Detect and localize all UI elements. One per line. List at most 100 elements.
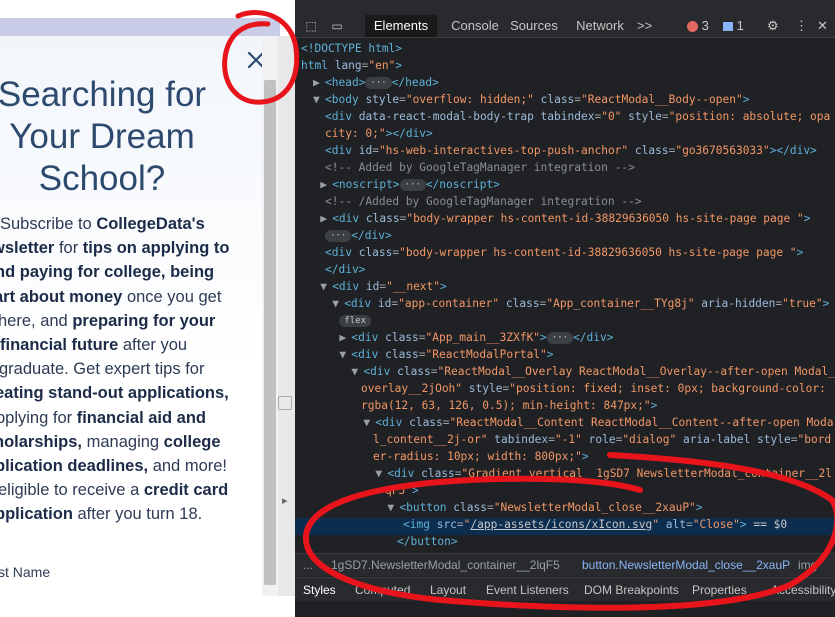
dom-node-row[interactable]: <div class="body-wrapper hs-content-id-3… bbox=[325, 244, 803, 261]
breadcrumb-container[interactable]: 1gSD7.NewsletterModal_container__2lqF5 bbox=[331, 558, 560, 572]
modal-body-line: wsletter for tips on applying to bbox=[0, 236, 229, 260]
dom-node-row[interactable]: ▼ <div class="ReactModal__Content ReactMo… bbox=[363, 414, 833, 431]
tab-event-listeners[interactable]: Event Listeners bbox=[486, 578, 569, 602]
collapse-triangle-icon[interactable]: ▼ bbox=[351, 363, 363, 380]
dom-tree[interactable]: <!DOCTYPE html> html lang="en"> ▶ <head> ···… bbox=[295, 40, 835, 555]
expand-triangle-icon[interactable]: ▶ bbox=[320, 210, 332, 227]
error-count-badge[interactable]: 3 bbox=[687, 15, 719, 37]
tab-elements[interactable]: Elements bbox=[365, 15, 437, 37]
dom-node-row[interactable]: ▼ <button class="NewsletterModal_close__2… bbox=[387, 499, 702, 516]
dom-node-markup: <div data-react-modal-body-trap tabindex… bbox=[325, 110, 831, 123]
modal-body-line: financial future after you bbox=[0, 333, 187, 357]
bold-text: wsletter bbox=[0, 239, 55, 258]
modal-body-line: graduate. Get expert tips for bbox=[0, 357, 204, 381]
inspect-element-icon[interactable]: ⬚ bbox=[303, 15, 319, 37]
dom-node-row[interactable]: ▶ <noscript> ··· </noscript> bbox=[320, 176, 500, 193]
dom-node-markup: rgba(12, 63, 126, 0.5); min-height: 847p… bbox=[361, 399, 658, 412]
expand-chevron-icon[interactable]: ▸ bbox=[282, 494, 288, 507]
tab-network[interactable]: Network bbox=[571, 15, 629, 37]
breadcrumb-img[interactable]: img bbox=[798, 558, 817, 572]
message-icon bbox=[723, 22, 733, 32]
dom-node-row[interactable]: <!-- Added by GoogleTagManager integrati… bbox=[325, 159, 635, 176]
collapse-triangle-icon[interactable]: ▼ bbox=[387, 499, 399, 516]
dom-node-row[interactable]: flex bbox=[339, 312, 372, 329]
dom-node-row[interactable]: ▼ <div id="__next"> bbox=[320, 278, 447, 295]
dom-node-row[interactable]: ▼ <div class="Gradient_vertical__1gSD7 Ne… bbox=[375, 465, 832, 482]
settings-gear-icon[interactable]: ⚙ bbox=[767, 15, 783, 37]
dom-node-row[interactable]: </div> bbox=[325, 261, 365, 278]
bold-text: CollegeData's bbox=[96, 215, 205, 233]
dom-node-row[interactable]: ▼ <div class="ReactModal__Overlay ReactMo… bbox=[351, 363, 835, 380]
device-toolbar-icon[interactable]: ▭ bbox=[329, 15, 345, 37]
dom-node-row[interactable]: ▼ <div class="ReactModalPortal"> bbox=[339, 346, 553, 363]
tab-properties[interactable]: Properties bbox=[692, 578, 747, 602]
dom-node-markup: overlay__2jOoh" style="position: fixed; … bbox=[361, 382, 826, 395]
tab-dom-breakpoints[interactable]: DOM Breakpoints bbox=[584, 578, 679, 602]
expand-triangle-icon[interactable]: ▶ bbox=[320, 176, 332, 193]
tab-layout[interactable]: Layout bbox=[430, 578, 466, 602]
collapse-triangle-icon[interactable]: ▼ bbox=[363, 414, 375, 431]
modal-scrollbar-thumb[interactable] bbox=[264, 80, 276, 585]
dom-node-row[interactable]: l_content__2j-or" tabindex="-1" role="di… bbox=[373, 431, 831, 448]
breadcrumb-button[interactable]: button.NewsletterModal_close__2xauP bbox=[582, 558, 790, 572]
modal-body-line: plication deadlines, and more! bbox=[0, 454, 227, 478]
more-options-icon[interactable]: ⋮ bbox=[795, 15, 808, 37]
dom-node-row[interactable]: overlay__2jOoh" style="position: fixed; … bbox=[361, 380, 826, 397]
dom-node-row[interactable]: <div id="hs-web-interactives-top-push-an… bbox=[325, 142, 817, 159]
modal-headline-line-1: Searching for bbox=[0, 75, 207, 114]
dom-node-markup: <div class="body-wrapper hs-content-id-3… bbox=[325, 246, 804, 259]
dom-node-row[interactable]: <!-- /Added by GoogleTagManager integrat… bbox=[325, 193, 642, 210]
collapse-triangle-icon[interactable]: ▼ bbox=[339, 346, 351, 363]
dom-node-row[interactable]: ▶ <div class="body-wrapper hs-content-id-… bbox=[320, 210, 810, 227]
collapse-triangle-icon[interactable]: ▼ bbox=[313, 91, 325, 108]
dom-node-row[interactable]: rgba(12, 63, 126, 0.5); min-height: 847p… bbox=[361, 397, 657, 414]
tab-console[interactable]: Console bbox=[445, 15, 505, 37]
dom-node-markup: flex bbox=[339, 314, 372, 327]
message-count-badge[interactable]: 1 bbox=[723, 15, 753, 37]
text: pplying for bbox=[0, 408, 77, 427]
dom-node-row[interactable]: <div data-react-modal-body-trap tabindex… bbox=[325, 108, 830, 125]
bold-text: tips on applying to bbox=[82, 239, 230, 258]
modal-headline-line-3: School? bbox=[38, 159, 166, 198]
dom-node-row[interactable]: ▶ <div class="App_main__3ZXfK"> ··· </div> bbox=[339, 329, 613, 346]
dom-node-row[interactable]: </button> bbox=[397, 533, 458, 550]
collapse-triangle-icon[interactable]: ▼ bbox=[332, 295, 344, 312]
breadcrumb-ellipsis[interactable]: ... bbox=[303, 558, 313, 572]
bold-text: college bbox=[163, 432, 221, 451]
text: after you bbox=[118, 336, 188, 354]
tab-computed[interactable]: Computed bbox=[355, 578, 410, 602]
collapse-triangle-icon[interactable]: ▼ bbox=[320, 278, 332, 295]
bold-text: financial aid and bbox=[76, 408, 206, 427]
error-count: 3 bbox=[701, 18, 709, 33]
dom-node-row[interactable]: er-radius: 10px; width: 800px;"> bbox=[373, 448, 589, 465]
dom-node-row[interactable]: city: 0;"></div> bbox=[325, 125, 433, 142]
tab-sources[interactable]: Sources bbox=[509, 15, 559, 37]
dom-node-row[interactable]: qF5"> bbox=[385, 482, 419, 499]
tab-accessibility[interactable]: Accessibility bbox=[771, 578, 835, 602]
dom-node-row[interactable]: ▶ <head> ··· </head> bbox=[313, 74, 439, 91]
page-side-icon bbox=[278, 396, 292, 410]
dom-node-row[interactable]: ··· </div> bbox=[325, 227, 392, 244]
dom-node-markup: <div class="ReactModal__Content ReactMod… bbox=[375, 416, 834, 429]
close-devtools-icon[interactable]: ✕ bbox=[817, 15, 829, 37]
text: here, and bbox=[0, 311, 73, 330]
dom-node-row[interactable]: <!DOCTYPE html> bbox=[301, 40, 402, 57]
modal-body-line: eligible to receive a credit card bbox=[0, 478, 228, 502]
dom-node-markup: qF5"> bbox=[385, 484, 419, 497]
modal-body-line: eating stand-out applications, bbox=[0, 381, 229, 405]
more-tabs-icon[interactable]: >> bbox=[637, 15, 653, 37]
devtools-tab-bar: ⬚ ▭ Elements Console Sources Network >> … bbox=[295, 15, 835, 38]
message-count: 1 bbox=[736, 18, 744, 33]
expand-triangle-icon[interactable]: ▶ bbox=[313, 74, 325, 91]
bold-text: art about money bbox=[0, 287, 123, 306]
dom-node-row[interactable]: ▼ <div id="app-container" class="App_cont… bbox=[332, 295, 829, 312]
dom-node-row[interactable]: ▼ <body style="overflow: hidden;" class="… bbox=[313, 91, 749, 108]
bold-text: holarships, bbox=[0, 432, 83, 451]
expand-triangle-icon[interactable]: ▶ bbox=[339, 329, 351, 346]
dom-node-row[interactable]: <img src="/app-assets/icons/xIcon.svg" a… bbox=[403, 516, 787, 533]
dom-node-row[interactable]: html lang="en"> bbox=[301, 57, 402, 74]
modal-body-line: pplying for financial aid and bbox=[0, 406, 206, 430]
page-background-gap: ▸ bbox=[278, 36, 295, 596]
collapse-triangle-icon[interactable]: ▼ bbox=[375, 465, 387, 482]
dom-node-markup: <head> ··· </head> bbox=[325, 76, 439, 89]
